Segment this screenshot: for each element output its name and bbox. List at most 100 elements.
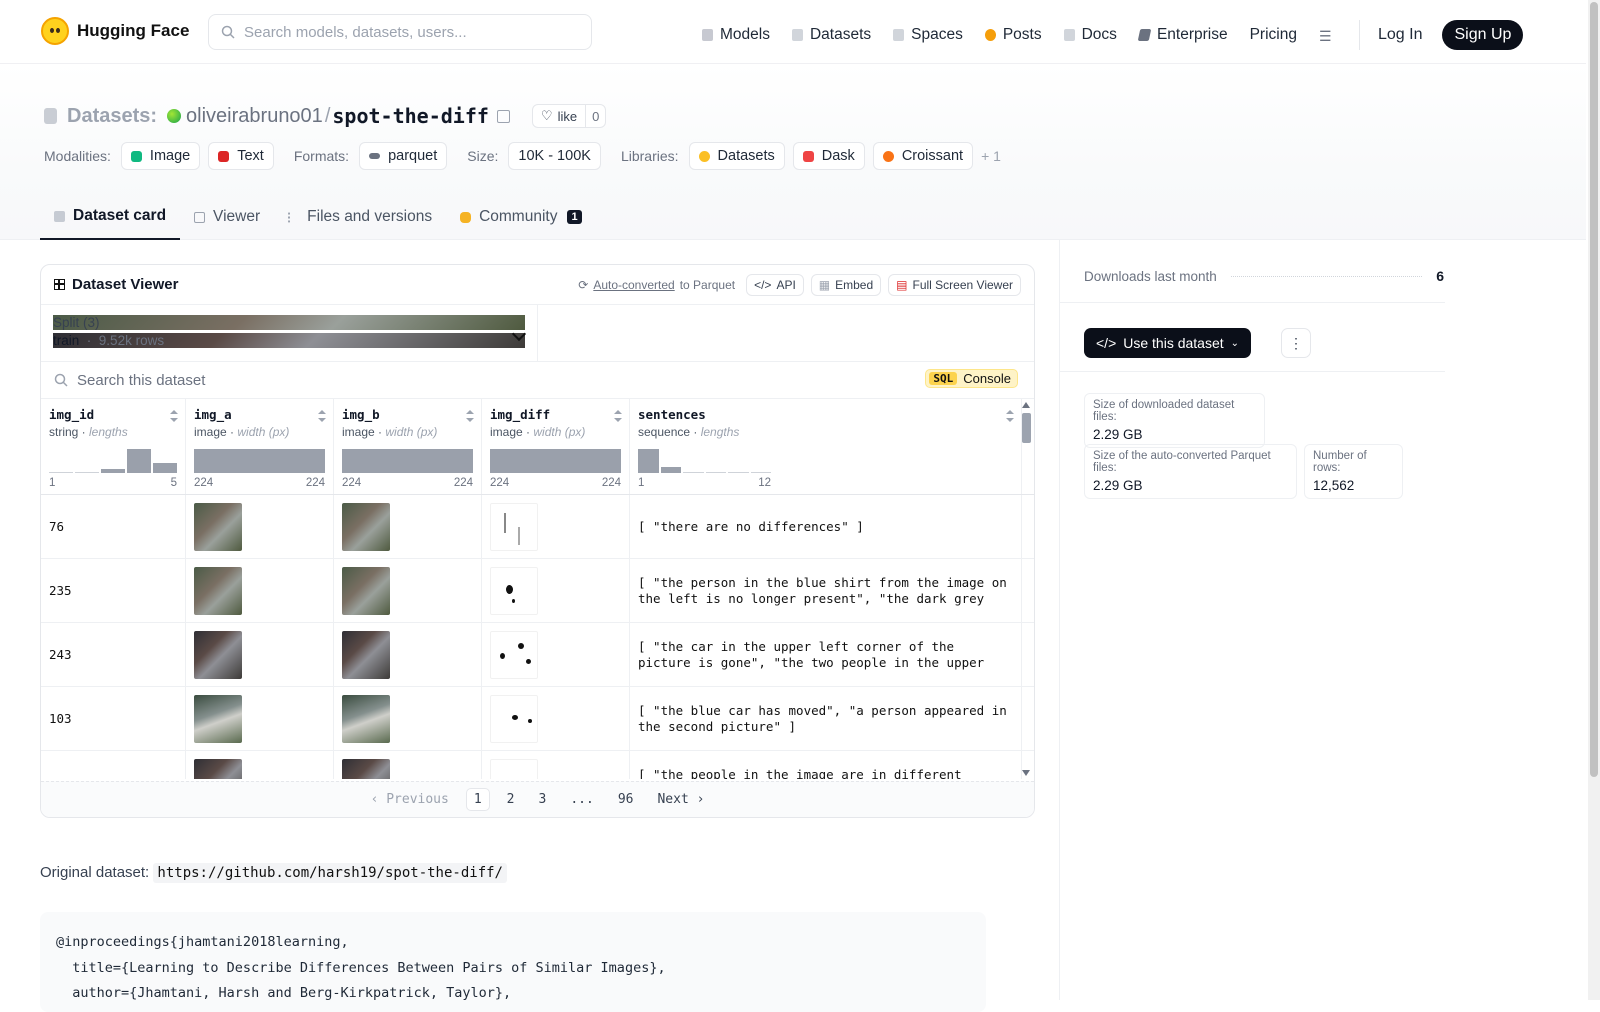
owner-link[interactable]: oliveirabruno01 xyxy=(186,105,323,128)
column-img-a[interactable]: img_a image · width (px) 224 224 xyxy=(186,399,334,494)
histogram-bar[interactable] xyxy=(750,472,771,473)
histogram-bar[interactable] xyxy=(660,467,681,473)
like-button[interactable]: ♡ like 0 xyxy=(531,104,607,128)
tag-datasets-lib[interactable]: Datasets xyxy=(688,142,785,170)
sort-icon[interactable] xyxy=(1006,410,1014,422)
tab-viewer[interactable]: Viewer xyxy=(180,194,274,240)
sort-icon[interactable] xyxy=(614,410,622,422)
sort-icon[interactable] xyxy=(466,410,474,422)
sql-console-button[interactable]: SQL Console xyxy=(925,369,1018,388)
histogram-bar[interactable] xyxy=(683,472,704,473)
scroll-up-icon[interactable] xyxy=(1022,402,1030,408)
diff-thumbnail[interactable] xyxy=(490,566,538,615)
tag-text[interactable]: Text xyxy=(208,142,274,170)
sort-icon[interactable] xyxy=(170,410,178,422)
login-link[interactable]: Log In xyxy=(1378,26,1422,44)
image-thumbnail[interactable] xyxy=(194,630,242,679)
auto-converted-link[interactable]: Auto-converted xyxy=(593,278,674,292)
column-histogram xyxy=(342,449,473,473)
previous-page-button[interactable]: ‹ Previous xyxy=(364,789,456,810)
brand-logo[interactable]: Hugging Face xyxy=(41,17,189,45)
scroll-thumb[interactable] xyxy=(1022,413,1031,443)
table-row[interactable]: [ "the people in the image are in differ… xyxy=(41,751,1034,779)
image-thumbnail[interactable] xyxy=(194,566,242,615)
dataset-search-input[interactable]: Search this dataset SQL Console xyxy=(41,362,1034,399)
image-thumbnail[interactable] xyxy=(342,566,390,615)
histogram-bar[interactable] xyxy=(490,449,621,473)
column-img-diff[interactable]: img_diff image · width (px) 224 224 xyxy=(482,399,630,494)
split-select[interactable]: Split (3) train · 9.52k rows xyxy=(41,305,538,361)
image-thumbnail[interactable] xyxy=(194,694,242,743)
fullscreen-viewer-button[interactable]: ▤ Full Screen Viewer xyxy=(888,273,1021,296)
like-count[interactable]: 0 xyxy=(585,105,605,127)
diff-thumbnail[interactable] xyxy=(490,694,538,743)
sort-icon[interactable] xyxy=(318,410,326,422)
page-3-button[interactable]: 3 xyxy=(532,789,554,810)
nav-models[interactable]: Models xyxy=(702,26,770,44)
tag-size[interactable]: 10K - 100K xyxy=(508,142,601,170)
enterprise-icon xyxy=(1137,29,1152,41)
next-page-button[interactable]: Next › xyxy=(650,789,711,810)
tag-dask[interactable]: Dask xyxy=(792,142,865,170)
histogram-bar[interactable] xyxy=(728,472,749,473)
nav-spaces[interactable]: Spaces xyxy=(893,26,963,44)
histogram-bar[interactable] xyxy=(101,469,125,473)
tag-parquet[interactable]: parquet xyxy=(359,142,448,170)
cell-img-id: 103 xyxy=(41,687,186,750)
original-dataset-url[interactable]: https://github.com/harsh19/spot-the-diff… xyxy=(153,863,507,883)
global-search-input[interactable]: Search models, datasets, users... xyxy=(208,14,592,50)
histogram-bar[interactable] xyxy=(194,449,325,473)
page-2-button[interactable]: 2 xyxy=(500,789,522,810)
histogram-bar[interactable] xyxy=(638,449,659,473)
more-options-icon[interactable]: ⋮ xyxy=(1281,328,1311,358)
page-scrollbar[interactable] xyxy=(1588,0,1600,1000)
histogram-bar[interactable] xyxy=(49,472,73,473)
histogram-bar[interactable] xyxy=(127,449,151,473)
column-sentences[interactable]: sentences sequence · lengths 1 12 xyxy=(630,399,1022,494)
image-thumbnail[interactable] xyxy=(342,502,390,551)
page-scroll-thumb[interactable] xyxy=(1590,2,1598,777)
nav-pricing[interactable]: Pricing xyxy=(1250,26,1297,44)
diff-thumbnail[interactable] xyxy=(490,630,538,679)
tag-image[interactable]: Image xyxy=(120,142,201,170)
diff-thumbnail[interactable] xyxy=(490,502,538,551)
libraries-more[interactable]: + 1 xyxy=(981,148,1001,164)
tag-croissant[interactable]: Croissant xyxy=(872,142,974,170)
api-button[interactable]: </> API xyxy=(746,273,804,296)
histogram-bar[interactable] xyxy=(705,472,726,473)
column-img-id[interactable]: img_id string · lengths 15 xyxy=(41,399,186,494)
menu-icon[interactable]: ☰ xyxy=(1319,28,1339,44)
histogram-bar[interactable] xyxy=(153,463,177,473)
embed-button[interactable]: ▦ Embed xyxy=(810,273,882,296)
image-thumbnail[interactable] xyxy=(194,758,242,779)
image-thumbnail[interactable] xyxy=(194,502,242,551)
tab-dataset-card[interactable]: Dataset card xyxy=(40,194,181,240)
nav-enterprise[interactable]: Enterprise xyxy=(1137,26,1228,44)
tab-community[interactable]: Community 1 xyxy=(446,194,596,240)
nav-datasets[interactable]: Datasets xyxy=(791,26,871,44)
nav-posts[interactable]: Posts xyxy=(984,26,1042,44)
scroll-down-icon[interactable] xyxy=(1022,770,1030,776)
histogram-bar[interactable] xyxy=(342,449,473,473)
column-img-b[interactable]: img_b image · width (px) 224 224 xyxy=(334,399,482,494)
nav-docs[interactable]: Docs xyxy=(1063,26,1117,44)
tab-files[interactable]: Files and versions xyxy=(274,194,446,240)
code-icon: </> xyxy=(754,277,772,292)
table-row[interactable]: 243 [ "the car in the upper left corner … xyxy=(41,623,1034,687)
signup-button[interactable]: Sign Up xyxy=(1442,20,1524,50)
table-row[interactable]: 76 [ "there are no differences" ] xyxy=(41,495,1034,559)
use-dataset-button[interactable]: </> Use this dataset ⌄ xyxy=(1084,328,1252,358)
table-row[interactable]: 235 [ "the person in the blue shirt from… xyxy=(41,559,1034,623)
page-1-button[interactable]: 1 xyxy=(465,788,490,811)
table-row[interactable]: 103 [ "the blue car has moved", "a perso… xyxy=(41,687,1034,751)
image-thumbnail[interactable] xyxy=(342,694,390,743)
table-scrollbar[interactable] xyxy=(1021,399,1031,779)
page-96-button[interactable]: 96 xyxy=(611,789,641,810)
diff-thumbnail[interactable] xyxy=(490,758,538,779)
copy-icon[interactable] xyxy=(496,109,510,123)
column-histogram xyxy=(49,449,177,473)
histogram-bar[interactable] xyxy=(75,472,99,473)
repo-name[interactable]: spot-the-diff xyxy=(332,104,489,128)
image-thumbnail[interactable] xyxy=(342,758,390,779)
image-thumbnail[interactable] xyxy=(342,630,390,679)
